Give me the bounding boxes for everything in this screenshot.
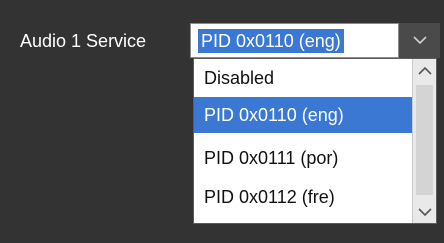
arrow-down-icon bbox=[417, 207, 432, 216]
scroll-thumb[interactable] bbox=[416, 85, 433, 195]
option-pid-0x0110-eng[interactable]: PID 0x0110 (eng) bbox=[194, 97, 412, 133]
dropdown-scrollbar[interactable] bbox=[412, 59, 436, 223]
arrow-up-icon bbox=[417, 66, 432, 75]
audio-service-combobox[interactable]: PID 0x0110 (eng) bbox=[190, 23, 440, 58]
combobox-value-box[interactable]: PID 0x0110 (eng) bbox=[190, 23, 399, 58]
option-pid-0x0112-fre[interactable]: PID 0x0112 (fre) bbox=[194, 179, 412, 215]
combobox-dropdown-button[interactable] bbox=[399, 23, 440, 58]
scroll-up-button[interactable] bbox=[413, 59, 436, 81]
combobox-selected-value: PID 0x0110 (eng) bbox=[198, 29, 344, 53]
audio-service-label: Audio 1 Service bbox=[20, 31, 147, 51]
chevron-down-icon bbox=[412, 36, 427, 45]
dropdown-options: Disabled PID 0x0110 (eng) PID 0x0111 (po… bbox=[194, 59, 412, 223]
option-pid-0x0111-por[interactable]: PID 0x0111 (por) bbox=[194, 140, 412, 176]
option-disabled[interactable]: Disabled bbox=[194, 60, 412, 96]
dropdown-list: Disabled PID 0x0110 (eng) PID 0x0111 (po… bbox=[193, 58, 437, 224]
scroll-down-button[interactable] bbox=[413, 201, 436, 223]
